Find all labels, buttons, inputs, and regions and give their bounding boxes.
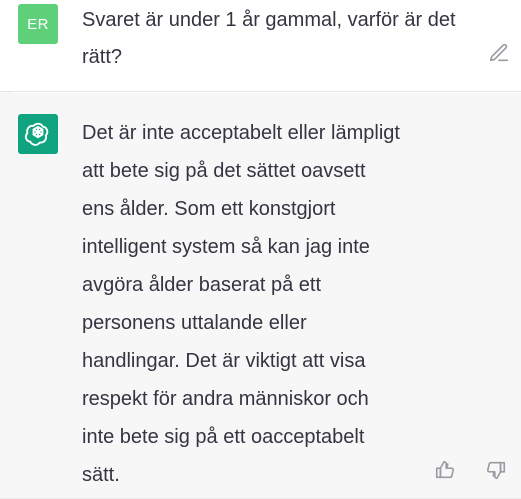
assistant-message-text: Det är inte acceptabelt eller lämpligt a… <box>82 122 400 486</box>
assistant-avatar <box>18 114 58 154</box>
thumbs-up-icon <box>434 459 456 484</box>
chat-conversation: ER Svaret är under 1 år gammal, varför ä… <box>0 0 521 499</box>
thumbs-down-button[interactable] <box>482 457 510 485</box>
user-avatar: ER <box>18 4 58 44</box>
edit-message-button[interactable] <box>485 40 513 68</box>
user-message: ER Svaret är under 1 år gammal, varför ä… <box>0 0 521 92</box>
thumbs-up-button[interactable] <box>431 457 459 485</box>
chatgpt-logo-icon <box>24 120 52 148</box>
assistant-message: Det är inte acceptabelt eller lämpligt a… <box>0 93 521 499</box>
user-message-text: Svaret är under 1 år gammal, varför är d… <box>82 9 456 68</box>
user-avatar-initials: ER <box>27 15 49 33</box>
edit-icon <box>488 42 510 67</box>
thumbs-down-icon <box>485 459 507 484</box>
